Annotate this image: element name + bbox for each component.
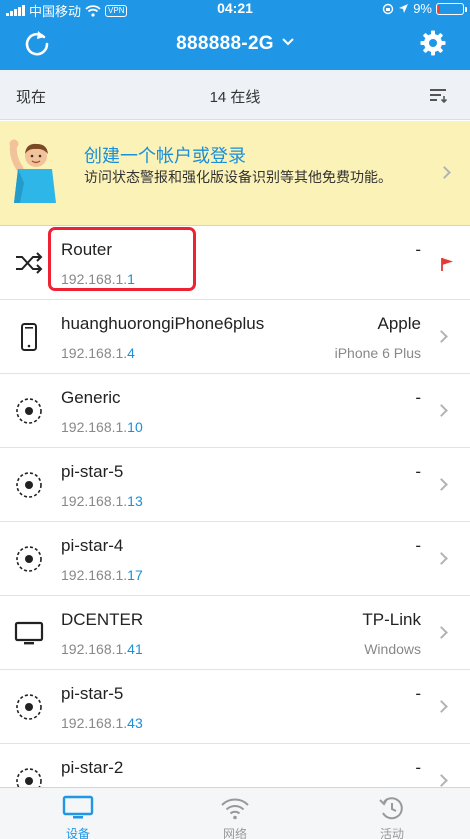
generic-device-icon: [14, 470, 44, 500]
device-name: pi-star-4: [61, 536, 124, 555]
device-row[interactable]: pi-star-5 192.168.1.13 -: [0, 448, 470, 522]
router-shuffle-icon: [14, 248, 44, 278]
summary-bar: 现在 14 在线: [0, 70, 470, 120]
device-ip: 192.168.1.41: [61, 641, 143, 657]
chevron-right-icon: [435, 330, 448, 343]
app-header: 中国移动 VPN 04:21 9% 888888-2G: [0, 0, 470, 70]
sort-icon[interactable]: [430, 87, 450, 103]
ip-prefix: 192.168.1.: [61, 567, 128, 583]
ip-prefix: 192.168.1.: [61, 641, 128, 657]
tab-network-label: 网络: [222, 827, 247, 839]
status-bar: 中国移动 VPN 04:21 9%: [0, 0, 470, 19]
login-banner[interactable]: 创建一个帐户或登录 访问状态警报和强化版设备识别等其他免费功能。: [0, 121, 470, 226]
ip-host: 13: [127, 493, 143, 509]
gear-icon[interactable]: [420, 30, 446, 56]
chevron-right-icon: [435, 626, 448, 639]
chevron-right-icon: [435, 404, 448, 417]
battery-icon: [436, 2, 467, 15]
annotation-highlight-box: [48, 227, 196, 291]
device-list[interactable]: Router 192.168.1.1- huanghuorongiPhone6plu…: [0, 226, 470, 787]
device-name: pi-star-5: [61, 684, 124, 703]
tab-network[interactable]: 网络: [157, 788, 313, 839]
device-row[interactable]: Generic 192.168.1.10 -: [0, 374, 470, 448]
tab-activity-label: 活动: [379, 827, 404, 839]
device-model: iPhone 6 Plus: [334, 345, 421, 361]
chevron-right-icon: [435, 774, 448, 787]
device-vendor: TP-Link: [362, 610, 421, 629]
device-vendor: Apple: [377, 314, 421, 333]
ip-host: 43: [127, 715, 143, 731]
waving-person-icon: [9, 139, 56, 203]
phone-icon: [14, 322, 44, 352]
location-icon: [399, 4, 409, 13]
online-count: 14 在线: [209, 89, 261, 106]
device-name: pi-star-5: [61, 462, 124, 481]
history-clock-icon: [379, 797, 403, 820]
tab-bar: 设备 网络 活动: [0, 787, 470, 839]
device-row[interactable]: pi-star-4 192.168.1.17 -: [0, 522, 470, 596]
device-ip: 192.168.1.43: [61, 715, 143, 731]
tab-devices[interactable]: 设备: [0, 788, 156, 839]
banner-description: 访问状态警报和强化版设备识别等其他免费功能。: [84, 169, 392, 185]
generic-device-icon: [14, 692, 44, 722]
flag-icon: [441, 258, 453, 271]
ip-host: 41: [127, 641, 143, 657]
device-ip: 192.168.1.13: [61, 493, 143, 509]
tab-activity[interactable]: 活动: [314, 788, 470, 839]
generic-device-icon: [14, 766, 44, 787]
ip-prefix: 192.168.1.: [61, 715, 128, 731]
device-vendor: -: [415, 536, 421, 555]
generic-device-icon: [14, 396, 44, 426]
device-row[interactable]: huanghuorongiPhone6plus 192.168.1.4 Apple i…: [0, 300, 470, 374]
ip-host: 17: [127, 567, 143, 583]
chevron-right-icon: [435, 700, 448, 713]
device-vendor: -: [415, 462, 421, 481]
device-vendor: -: [415, 240, 421, 259]
ip-prefix: 192.168.1.: [61, 419, 128, 435]
ip-prefix: 192.168.1.: [61, 345, 128, 361]
ip-host: 10: [127, 419, 143, 435]
ip-host: 4: [127, 345, 135, 361]
tab-devices-label: 设备: [65, 827, 90, 839]
device-vendor: -: [415, 388, 421, 407]
device-row[interactable]: DCENTER 192.168.1.41 TP-Link Windows: [0, 596, 470, 670]
chevron-down-icon: [282, 38, 294, 46]
device-row[interactable]: pi-star-5 192.168.1.43 -: [0, 670, 470, 744]
device-ip: 192.168.1.17: [61, 567, 143, 583]
device-name: huanghuorongiPhone6plus: [61, 314, 265, 333]
monitor-icon: [62, 795, 94, 819]
chevron-right-icon: [438, 166, 451, 179]
device-row[interactable]: pi-star-2192.168.1.-: [0, 744, 470, 787]
network-selector[interactable]: 888888-2G: [0, 33, 470, 55]
wifi-icon: [221, 798, 249, 820]
monitor-icon: [14, 618, 44, 648]
device-vendor: -: [415, 758, 421, 777]
device-vendor: -: [415, 684, 421, 703]
device-name: Generic: [61, 388, 121, 407]
network-name: 888888-2G: [176, 33, 274, 54]
chevron-right-icon: [435, 552, 448, 565]
device-ip: 192.168.1.4: [61, 345, 135, 361]
device-name: pi-star-2: [61, 758, 124, 777]
ip-prefix: 192.168.1.: [61, 493, 128, 509]
chevron-right-icon: [435, 478, 448, 491]
device-model: Windows: [364, 641, 421, 657]
generic-device-icon: [14, 544, 44, 574]
orientation-lock-icon: [383, 3, 394, 14]
device-ip: 192.168.1.10: [61, 419, 143, 435]
device-name: DCENTER: [61, 610, 144, 629]
banner-title: 创建一个帐户或登录: [84, 146, 246, 166]
battery-percent: 9%: [413, 1, 432, 16]
